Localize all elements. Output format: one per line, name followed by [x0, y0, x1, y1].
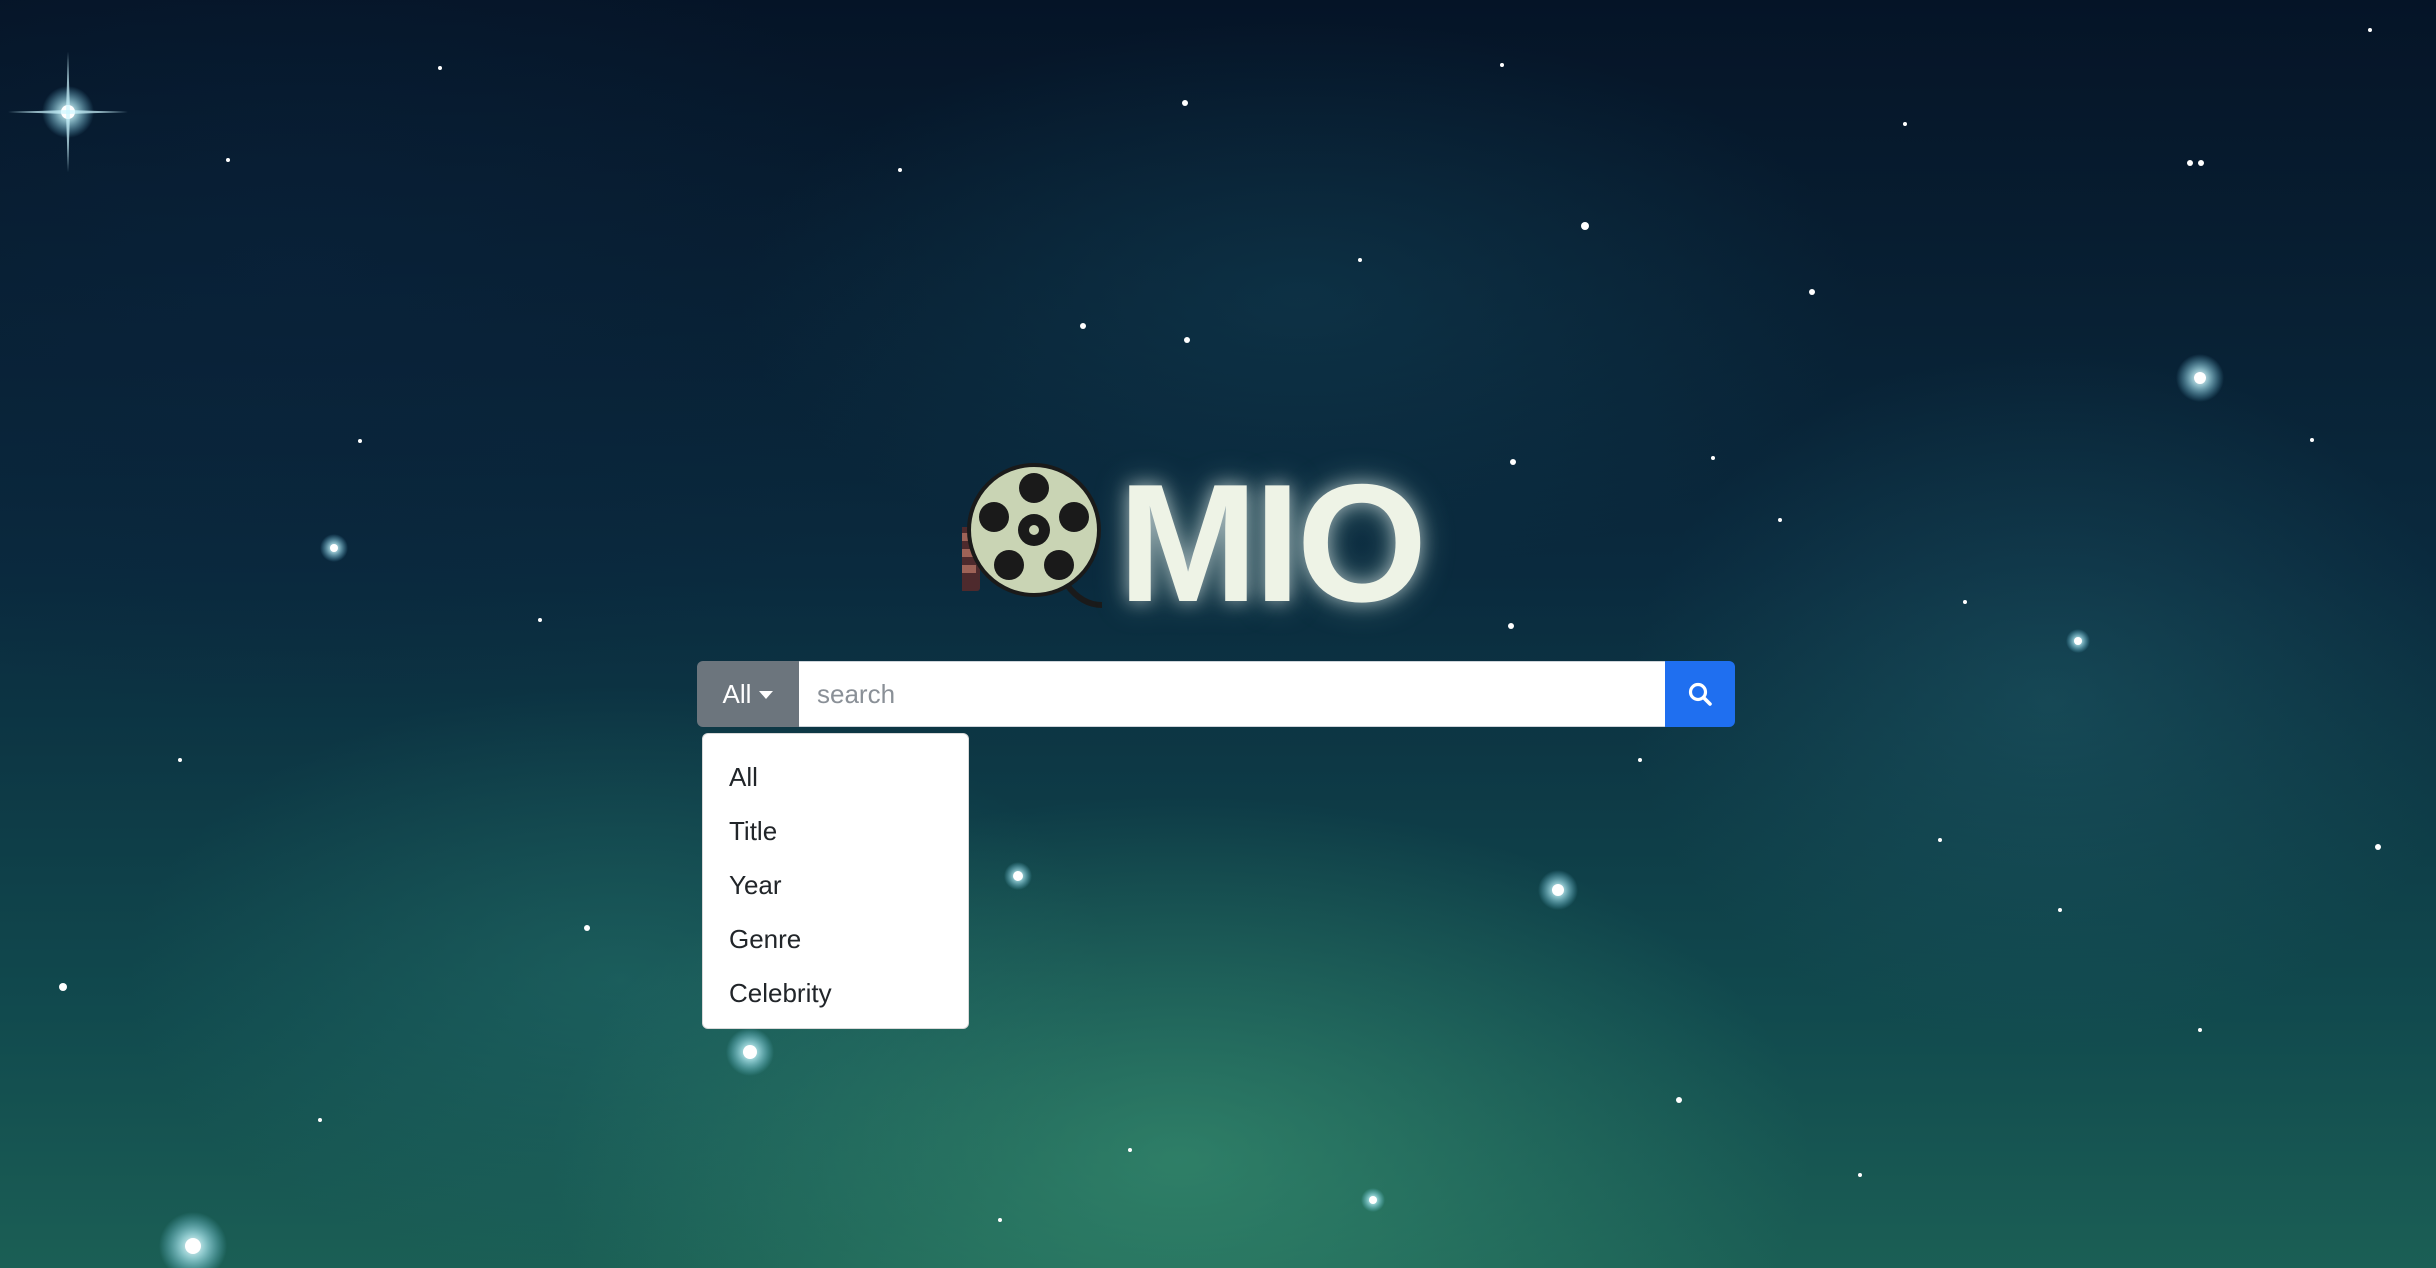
film-reel-icon: [962, 463, 1103, 608]
dropdown-item-genre[interactable]: Genre: [703, 912, 968, 966]
dropdown-item-year[interactable]: Year: [703, 858, 968, 912]
search-icon: [1688, 682, 1712, 706]
search-input[interactable]: [799, 661, 1665, 727]
dropdown-item-title[interactable]: Title: [703, 804, 968, 858]
logo-text: MIO: [1118, 449, 1427, 637]
filter-label: All: [722, 678, 752, 709]
dropdown-item-all[interactable]: All: [703, 750, 968, 804]
bright-stars: [8, 52, 2224, 1268]
caret-down-icon: [759, 691, 774, 699]
dropdown-item-celebrity[interactable]: Celebrity: [703, 966, 968, 1020]
search-filter-dropdown-toggle[interactable]: All: [697, 661, 799, 727]
search-filter-menu: All Title Year Genre Celebrity: [702, 733, 969, 1029]
site-logo[interactable]: MIO: [962, 455, 1442, 630]
search-button[interactable]: [1665, 661, 1735, 727]
search-bar: All: [697, 661, 1735, 727]
